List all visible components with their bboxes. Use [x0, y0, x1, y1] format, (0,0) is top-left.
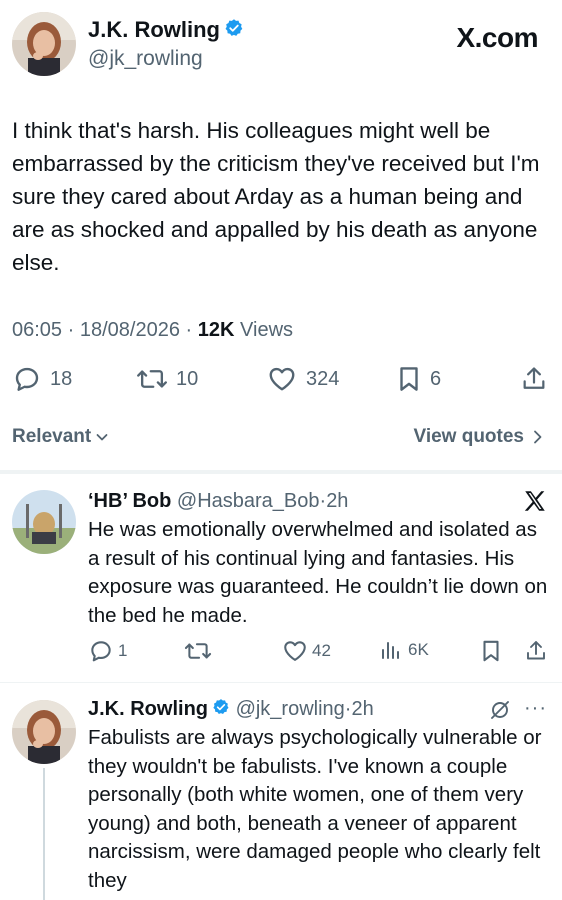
thread-reply-avatar[interactable] — [12, 700, 76, 764]
view-quotes-link[interactable]: View quotes — [413, 426, 544, 448]
heart-icon — [282, 638, 308, 664]
view-quotes-label: View quotes — [413, 426, 524, 447]
reply-author-name[interactable]: ‘HB’ Bob — [88, 490, 171, 512]
reply-like-count: 42 — [312, 641, 331, 660]
reply-bookmark-button[interactable] — [480, 638, 502, 664]
thread-reply-header: J.K. Rowling @jk_rowling·2h — [88, 696, 374, 723]
separator-dot: · — [185, 319, 193, 341]
verified-badge-icon — [212, 697, 230, 723]
verified-badge-icon — [224, 17, 244, 45]
reply-repost-button[interactable] — [184, 638, 212, 664]
reply-reply-button[interactable]: 1 — [88, 638, 127, 664]
reply-icon — [88, 638, 114, 664]
reply-views-button[interactable]: 6K — [380, 638, 429, 662]
repost-count: 10 — [176, 367, 199, 390]
reply-reply-count: 1 — [118, 641, 128, 660]
more-options-icon[interactable]: ··· — [524, 696, 547, 720]
reply-text: He was emotionally overwhelmed and isola… — [88, 518, 548, 627]
sort-relevant-dropdown[interactable]: Relevant — [12, 426, 109, 448]
views-chart-icon — [380, 638, 402, 662]
repost-button[interactable]: 10 — [136, 364, 198, 394]
thread-connector-line — [43, 768, 45, 900]
reply-icon — [12, 364, 42, 394]
reply-views-count: 6K — [408, 640, 429, 659]
chevron-right-icon — [532, 429, 544, 445]
section-divider — [0, 470, 562, 474]
separator-dot: · — [67, 319, 75, 341]
tweet-text: I think that's harsh. His colleagues mig… — [12, 118, 540, 275]
author-name[interactable]: J.K. Rowling — [88, 17, 220, 42]
chevron-down-icon — [95, 430, 109, 444]
bookmark-icon — [480, 638, 502, 664]
brand-domain: X.com — [456, 22, 538, 53]
x-logo-icon — [522, 488, 548, 519]
reply-header: ‘HB’ Bob @Hasbara_Bob·2h — [88, 488, 348, 514]
reply-button[interactable]: 18 — [12, 364, 72, 394]
reply-count: 18 — [50, 367, 73, 390]
like-button[interactable]: 324 — [266, 364, 339, 394]
author-avatar[interactable] — [12, 12, 76, 76]
reply-share-button[interactable] — [524, 638, 548, 664]
thread-reply-time[interactable]: 2h — [351, 698, 373, 720]
bookmark-button[interactable]: 6 — [396, 364, 441, 394]
thread-reply-handle[interactable]: @jk_rowling — [236, 698, 345, 720]
reply-like-button[interactable]: 42 — [282, 638, 331, 664]
share-icon — [524, 638, 548, 664]
reply-handle[interactable]: @Hasbara_Bob — [177, 490, 320, 512]
share-button[interactable] — [520, 364, 548, 394]
repost-icon — [184, 638, 212, 664]
share-icon — [520, 364, 548, 394]
views-count: 12K — [197, 319, 235, 341]
heart-icon — [266, 364, 298, 394]
bookmark-count: 6 — [430, 367, 442, 390]
tweet-date[interactable]: 18/08/2026 — [80, 319, 180, 341]
tweet-timestamp: 06:05 · 18/08/2026 · 12K Views — [12, 317, 293, 343]
thread-reply-author-name[interactable]: J.K. Rowling — [88, 698, 208, 720]
views-label: Views — [240, 319, 294, 341]
grok-icon[interactable] — [488, 698, 512, 727]
author-handle[interactable]: @jk_rowling — [88, 46, 203, 72]
reply-avatar[interactable] — [12, 490, 76, 554]
bookmark-icon — [396, 364, 422, 394]
like-count: 324 — [306, 367, 340, 390]
sort-relevant-label: Relevant — [12, 426, 92, 447]
reply-divider — [0, 682, 562, 683]
repost-icon — [136, 364, 168, 394]
reply-time[interactable]: 2h — [326, 490, 348, 512]
tweet-time[interactable]: 06:05 — [12, 319, 62, 341]
thread-reply-text: Fabulists are always psychologically vul… — [88, 726, 542, 892]
